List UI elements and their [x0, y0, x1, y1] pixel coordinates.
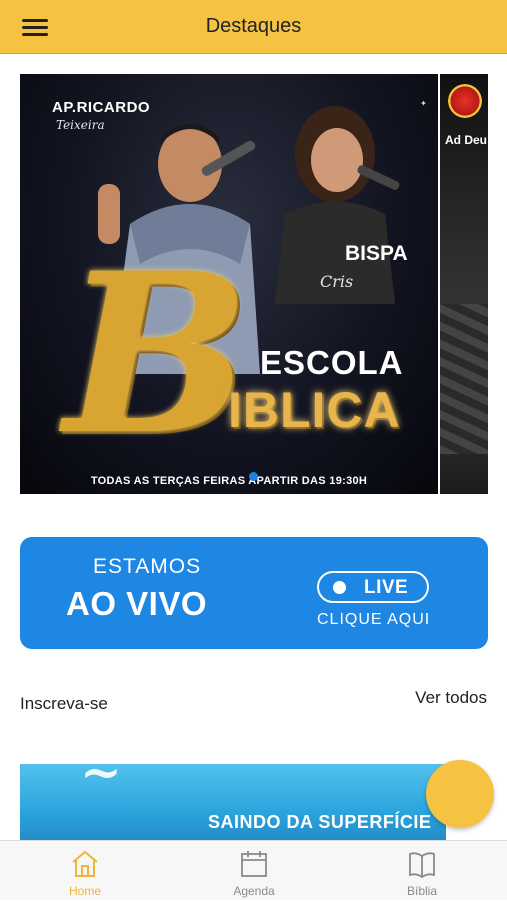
live-cta: CLIQUE AQUI	[317, 611, 431, 628]
nav-item-home[interactable]: Home	[30, 841, 140, 901]
live-badge: LIVE	[317, 571, 429, 603]
nav-label-home: Home	[68, 884, 101, 898]
floating-action-button[interactable]	[426, 760, 494, 828]
live-stream-button[interactable]: ESTAMOS AO VIVO LIVE CLIQUE AQUI	[20, 537, 488, 649]
slide-decoration	[440, 304, 488, 454]
banner-schedule: TODAS AS TERÇAS FEIRAS APARTIR DAS 19:30…	[90, 475, 368, 487]
church-logo-icon	[448, 84, 482, 118]
thumbnail-art: ~	[80, 764, 122, 801]
carousel-indicator[interactable]	[249, 472, 258, 481]
app-header: Destaques	[0, 0, 507, 54]
banner-letter: B	[64, 224, 250, 483]
nav-item-agenda[interactable]: Agenda	[199, 841, 309, 901]
page-title: Destaques	[205, 15, 302, 37]
brand-logo: ✦	[419, 99, 428, 108]
nav-label-bible: Bíblia	[406, 884, 438, 898]
speaker-name: BISPA	[345, 242, 408, 265]
bible-icon	[409, 852, 435, 879]
banner-title: IBLICA	[228, 382, 401, 438]
speaker-signature: Teixeira	[56, 118, 105, 132]
featured-slide[interactable]: AP.RICARDO Teixeira BISPA Cris B ESCOLA …	[20, 74, 438, 494]
live-title: AO VIVO	[66, 585, 208, 622]
featured-carousel[interactable]: AP.RICARDO Teixeira BISPA Cris B ESCOLA …	[20, 74, 488, 494]
calendar-icon	[241, 851, 267, 877]
nav-label-agenda: Agenda	[233, 884, 275, 898]
live-heading: ESTAMOS	[93, 555, 202, 578]
speaker-name: AP.RICARDO	[52, 99, 151, 116]
thumbnail-title: SAINDO DA SUPERFÍCIE	[208, 812, 432, 832]
next-slide[interactable]: Ad Deu	[440, 74, 488, 494]
live-badge-label: LIVE	[364, 577, 409, 598]
next-slide-label: Ad Deu	[445, 133, 487, 147]
bottom-navigation: Home Agenda Bíblia	[0, 840, 507, 900]
banner-title: ESCOLA	[260, 344, 404, 381]
section-title: Inscreva-se	[20, 694, 108, 713]
home-icon	[72, 850, 98, 877]
speaker-signature: Cris	[320, 272, 354, 291]
record-dot-icon	[333, 581, 346, 594]
see-all-link[interactable]: Ver todos	[415, 688, 487, 708]
nav-item-bible[interactable]: Bíblia	[367, 841, 477, 901]
